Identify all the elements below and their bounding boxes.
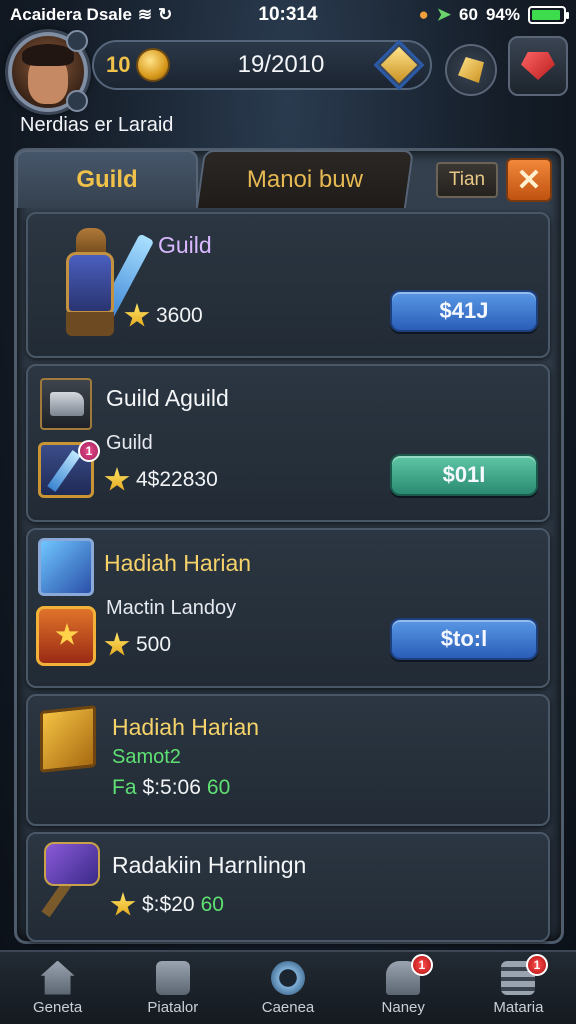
treasure-chest-icon (36, 606, 96, 666)
card-subtitle: Mactin Landoy (106, 597, 237, 619)
gold-shard-icon (458, 57, 484, 83)
claim-button[interactable]: $to:l (390, 618, 538, 660)
reward-prefix: Fa (112, 776, 137, 799)
star-icon (104, 632, 130, 656)
reward-value: $:5:06 (142, 776, 201, 799)
crystal-cube-icon (38, 538, 94, 596)
reward-value: 3600 (156, 304, 203, 327)
hammer-icon (38, 838, 108, 918)
list-item (26, 364, 550, 522)
nav-item-mataria[interactable]: Mataria 1 (461, 952, 576, 1024)
nav-item-geneta[interactable]: Geneta (0, 952, 115, 1024)
card-title: Radakiin Harnlingn (112, 852, 307, 878)
card-title: Guild (158, 232, 212, 258)
nav-label: Piatalor (147, 998, 199, 1016)
gold-box-icon (40, 705, 96, 773)
chest-icon (155, 960, 190, 995)
reward-suffix: 60 (206, 776, 231, 799)
list-item (26, 694, 550, 826)
avatar-frame-gem-icon (66, 90, 88, 112)
wifi-icon: ≋ (137, 5, 153, 24)
card-title: Hadiah Harian (104, 550, 252, 576)
nav-label: Naney (381, 998, 425, 1016)
reward-value: 4$22830 (136, 468, 218, 491)
player-level: 10 (106, 52, 131, 77)
notification-badge: 1 (526, 954, 549, 976)
search-icon (271, 960, 305, 995)
close-button[interactable]: ✕ (506, 158, 552, 202)
notification-badge: 1 (78, 440, 100, 462)
star-icon (124, 303, 150, 327)
nav-label: Caenea (261, 998, 315, 1016)
clock: 10:314 (258, 4, 318, 25)
star-icon (110, 892, 136, 916)
status-bar: Acaidera Dsale ≋ ↻ 10:314 ● ➤ 60 94% (0, 0, 576, 30)
claim-button-label: $01I (442, 462, 486, 487)
card-reward: 3600 (124, 303, 203, 329)
claim-button-label: $to:l (440, 626, 488, 651)
add-currency-icon[interactable] (377, 43, 421, 87)
nav-item-caenea[interactable]: Caenea (230, 952, 345, 1024)
reward-value: 500 (136, 633, 172, 656)
battery-icon (528, 6, 569, 24)
currency-value: 19/2010 (237, 51, 325, 78)
battery-percent: 94% (485, 5, 520, 24)
card-reward: $:$20 60 (110, 892, 224, 918)
bottom-nav: Geneta Piatalor Caenea Naney 1 Mataria 1 (0, 950, 576, 1024)
resource-bar[interactable]: 10 19/2010 (92, 40, 432, 90)
avatar-frame-gem-icon (66, 30, 88, 52)
card-subtitle: Samot2 (112, 746, 181, 768)
card-title: Hadiah Harian (112, 714, 260, 740)
nav-label: Geneta (32, 998, 83, 1016)
location-icon: ➤ (436, 5, 452, 24)
nav-label: Mataria (493, 998, 544, 1016)
anvil-icon (40, 378, 92, 430)
card-reward: Fa $:5:06 60 (112, 776, 230, 800)
tab-manoi-buw-label: Manoi buw (246, 166, 363, 193)
notification-icon: ● (418, 5, 429, 24)
notification-badge: 1 (410, 954, 433, 976)
carrier-label: Acaidera Dsale (10, 5, 132, 24)
gold-coin-icon (136, 48, 170, 82)
claim-button-label: $41J (439, 298, 489, 323)
card-title: Guild Aguild (106, 385, 229, 411)
nav-item-piatalor[interactable]: Piatalor (115, 952, 230, 1024)
claim-button[interactable]: $01I (390, 454, 538, 496)
close-icon: ✕ (516, 163, 542, 197)
reward-value: $:$20 (142, 893, 195, 916)
player-name: Nerdias er Laraid (20, 114, 174, 136)
claim-button[interactable]: $41J (390, 290, 538, 332)
ruby-icon (521, 52, 555, 80)
tab-manoi-buw[interactable]: Manoi buw (195, 150, 415, 208)
home-icon (40, 960, 75, 995)
nav-item-naney[interactable]: Naney 1 (346, 952, 461, 1024)
tab-guild-label: Guild (76, 166, 138, 193)
reward-suffix: 60 (200, 893, 224, 916)
panel-tabs: Guild Manoi buw Tian ✕ (16, 150, 562, 210)
tab-tian[interactable]: Tian (436, 162, 498, 198)
card-subtitle: Guild (106, 432, 153, 454)
signal-label: 60 (459, 5, 478, 24)
tab-tian-label: Tian (448, 169, 486, 190)
card-reward: 500 (104, 632, 171, 658)
card-reward: 4$22830 (104, 467, 218, 493)
sync-icon: ↻ (158, 5, 173, 24)
player-header: 10 19/2010 Nerdias er Laraid (0, 30, 576, 145)
star-icon (104, 467, 130, 491)
tab-guild[interactable]: Guild (16, 150, 198, 208)
ruby-shop-button[interactable] (508, 36, 568, 96)
gem-shop-button[interactable] (445, 44, 497, 96)
